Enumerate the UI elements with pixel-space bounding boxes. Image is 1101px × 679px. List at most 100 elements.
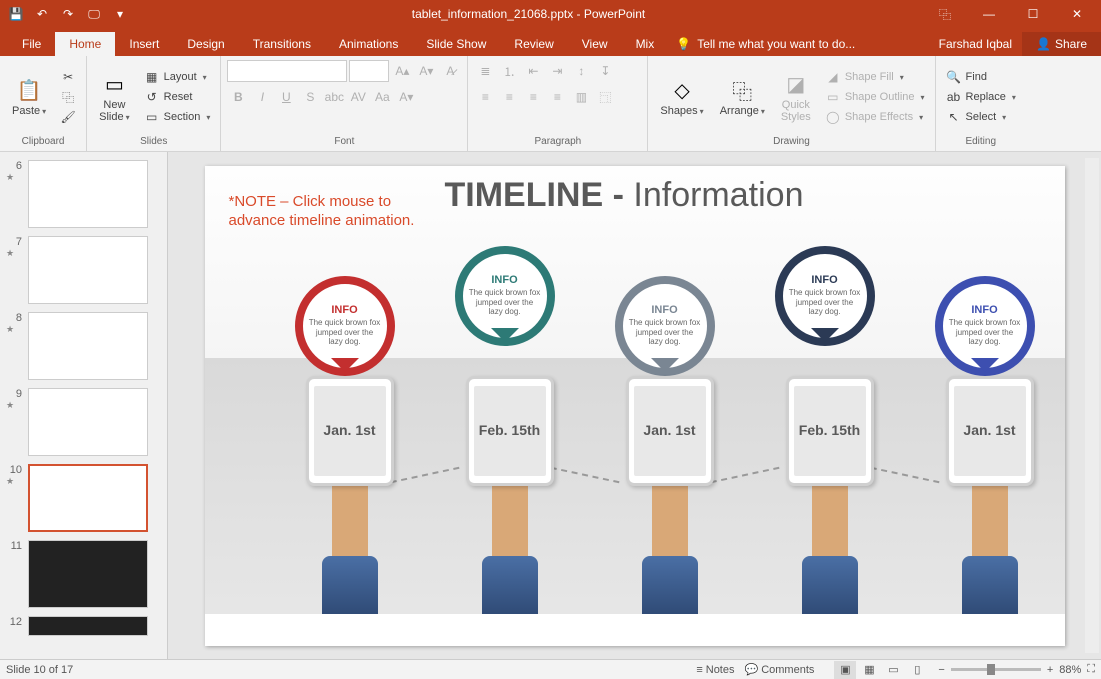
hand-2[interactable]: Feb. 15th (445, 406, 575, 616)
pin-2[interactable]: INFOThe quick brown fox jumped over the … (455, 246, 575, 346)
close-button[interactable]: ✕ (1057, 2, 1097, 26)
zoom-level[interactable]: 88% (1059, 664, 1081, 676)
align-center-icon[interactable]: ≡ (498, 86, 520, 108)
tab-design[interactable]: Design (173, 32, 238, 56)
indent-dec-icon[interactable]: ⇤ (522, 60, 544, 82)
align-left-icon[interactable]: ≡ (474, 86, 496, 108)
decrease-font-icon[interactable]: A▾ (415, 60, 437, 82)
tab-transitions[interactable]: Transitions (239, 32, 325, 56)
font-name-input[interactable] (227, 60, 347, 82)
replace-button[interactable]: abReplace▾ (942, 88, 1020, 106)
tab-file[interactable]: File (8, 32, 55, 56)
thumb-7[interactable]: 7★ (0, 232, 167, 308)
thumb-9[interactable]: 9★ (0, 384, 167, 460)
sorter-view-icon[interactable]: ▦ (858, 661, 880, 679)
tab-review[interactable]: Review (500, 32, 567, 56)
tab-home[interactable]: Home (55, 32, 115, 56)
reset-button[interactable]: ↺Reset (140, 88, 215, 106)
smartart-icon[interactable]: ⿹ (594, 86, 616, 108)
hand-5[interactable]: Jan. 1st (925, 376, 1055, 616)
slide-editor[interactable]: TIMELINE - Information *NOTE – Click mou… (168, 152, 1101, 659)
bullets-icon[interactable]: ≣ (474, 60, 496, 82)
pin-1[interactable]: INFOThe quick brown fox jumped over the … (295, 276, 415, 376)
slideshow-view-icon[interactable]: ▯ (906, 661, 928, 679)
notes-button[interactable]: ≡Notes (696, 663, 734, 676)
minimize-button[interactable]: — (969, 2, 1009, 26)
spacing-button[interactable]: AV (347, 86, 369, 108)
tell-me-search[interactable]: 💡Tell me what you want to do... (668, 32, 863, 56)
thumb-12[interactable]: 12 (0, 612, 167, 640)
thumb-11[interactable]: 11 (0, 536, 167, 612)
hand-3[interactable]: Jan. 1st (605, 376, 735, 616)
text-direction-icon[interactable]: ↧ (594, 60, 616, 82)
ribbon-options-icon[interactable]: ⿻ (925, 2, 965, 26)
pin-3[interactable]: INFOThe quick brown fox jumped over the … (615, 276, 735, 376)
italic-button[interactable]: I (251, 86, 273, 108)
bold-button[interactable]: B (227, 86, 249, 108)
select-button[interactable]: ↖Select▾ (942, 108, 1020, 126)
increase-font-icon[interactable]: A▴ (391, 60, 413, 82)
share-button[interactable]: 👤Share (1022, 32, 1101, 56)
case-button[interactable]: Aa (371, 86, 393, 108)
thumb-10[interactable]: 10★ (0, 460, 167, 536)
slide-title[interactable]: TIMELINE - Information (445, 176, 804, 215)
account-name[interactable]: Farshad Iqbal (929, 32, 1022, 56)
redo-icon[interactable]: ↷ (56, 2, 80, 26)
tab-mix[interactable]: Mix (622, 32, 669, 56)
clear-format-icon[interactable]: A̷ (439, 60, 461, 82)
find-button[interactable]: 🔍Find (942, 68, 1020, 86)
copy-button[interactable]: ⿻ (56, 88, 80, 106)
hand-4[interactable]: Feb. 15th (765, 406, 895, 616)
pin-5[interactable]: INFOThe quick brown fox jumped over the … (935, 276, 1055, 376)
cut-button[interactable]: ✂ (56, 68, 80, 86)
strike-button[interactable]: S (299, 86, 321, 108)
comments-button[interactable]: 💬Comments (745, 663, 815, 676)
paste-button[interactable]: 📋Paste▾ (6, 60, 52, 134)
quick-styles-button[interactable]: ◪Quick Styles (775, 60, 817, 134)
align-right-icon[interactable]: ≡ (522, 86, 544, 108)
numbering-icon[interactable]: ⒈ (498, 60, 520, 82)
format-painter-button[interactable]: 🖌 (56, 108, 80, 126)
thumb-6[interactable]: 6★ (0, 156, 167, 232)
slide-indicator[interactable]: Slide 10 of 17 (6, 664, 696, 676)
font-color-button[interactable]: A▾ (395, 86, 417, 108)
undo-icon[interactable]: ↶ (30, 2, 54, 26)
line-spacing-icon[interactable]: ↕ (570, 60, 592, 82)
arrange-button[interactable]: ⿻Arrange▾ (714, 60, 771, 134)
indent-inc-icon[interactable]: ⇥ (546, 60, 568, 82)
layout-button[interactable]: ▦Layout▾ (140, 68, 215, 86)
zoom-slider[interactable] (951, 668, 1041, 671)
zoom-in-button[interactable]: + (1047, 664, 1053, 676)
shape-effects-button[interactable]: ◯Shape Effects▾ (821, 108, 929, 126)
zoom-out-button[interactable]: − (938, 664, 944, 676)
font-size-input[interactable] (349, 60, 389, 82)
pin-4[interactable]: INFOThe quick brown fox jumped over the … (775, 246, 895, 346)
maximize-button[interactable]: ☐ (1013, 2, 1053, 26)
shapes-button[interactable]: ◇Shapes▾ (654, 60, 709, 134)
section-button[interactable]: ▭Section▾ (140, 108, 215, 126)
save-icon[interactable]: 💾 (4, 2, 28, 26)
hand-1[interactable]: Jan. 1st (285, 376, 415, 616)
start-from-beginning-icon[interactable]: 🖵 (82, 2, 106, 26)
tab-insert[interactable]: Insert (115, 32, 173, 56)
tab-slideshow[interactable]: Slide Show (412, 32, 500, 56)
normal-view-icon[interactable]: ▣ (834, 661, 856, 679)
reading-view-icon[interactable]: ▭ (882, 661, 904, 679)
thumb-8[interactable]: 8★ (0, 308, 167, 384)
tab-view[interactable]: View (568, 32, 622, 56)
slide-note[interactable]: *NOTE – Click mouse to advance timeline … (229, 192, 429, 231)
new-slide-button[interactable]: ▭New Slide▾ (93, 60, 135, 134)
fit-to-window-icon[interactable]: ⛶ (1087, 663, 1095, 676)
quick-access-toolbar: 💾 ↶ ↷ 🖵 ▾ (4, 2, 132, 26)
shape-fill-button[interactable]: ◢Shape Fill▾ (821, 68, 929, 86)
shadow-button[interactable]: abc (323, 86, 345, 108)
underline-button[interactable]: U (275, 86, 297, 108)
qat-customize-icon[interactable]: ▾ (108, 2, 132, 26)
tab-animations[interactable]: Animations (325, 32, 412, 56)
columns-icon[interactable]: ▥ (570, 86, 592, 108)
slide-canvas[interactable]: TIMELINE - Information *NOTE – Click mou… (205, 166, 1065, 646)
vertical-scrollbar[interactable] (1085, 158, 1099, 653)
shape-outline-button[interactable]: ▭Shape Outline▾ (821, 88, 929, 106)
justify-icon[interactable]: ≡ (546, 86, 568, 108)
slide-thumbnails[interactable]: 6★ 7★ 8★ 9★ 10★ 11 12 (0, 152, 168, 659)
